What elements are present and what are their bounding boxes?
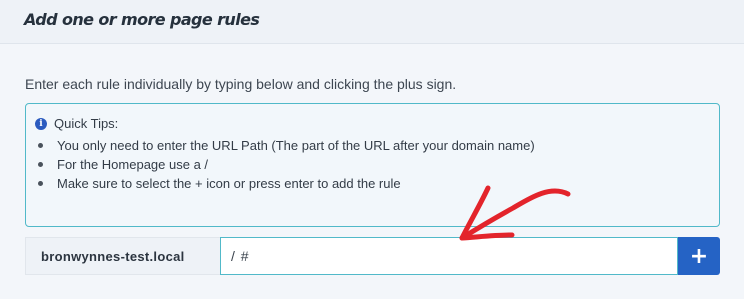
- tip-text: You only need to enter the URL Path (The…: [57, 138, 535, 153]
- tip-text: For the Homepage use a /: [57, 157, 209, 172]
- tips-heading-label: Quick Tips:: [54, 116, 119, 131]
- list-item: For the Homepage use a /: [38, 155, 535, 174]
- url-path-input[interactable]: [220, 237, 678, 275]
- quick-tips-box: i Quick Tips: You only need to enter the…: [25, 103, 720, 227]
- intro-text: Enter each rule individually by typing b…: [25, 76, 457, 92]
- red-arrow-annotation: [459, 185, 571, 241]
- section-title: Add one or more page rules: [24, 10, 260, 29]
- tip-text: Make sure to select the + icon or press …: [57, 176, 401, 191]
- add-rule-button[interactable]: +: [678, 237, 720, 275]
- bullet-icon: [38, 181, 43, 186]
- list-item: You only need to enter the URL Path (The…: [38, 136, 535, 155]
- bullet-icon: [38, 162, 43, 167]
- arrow-shaft: [459, 188, 571, 241]
- plus-icon: +: [689, 243, 709, 269]
- section-header: Add one or more page rules: [0, 0, 744, 44]
- tips-heading: i Quick Tips:: [35, 116, 118, 131]
- bullet-icon: [38, 143, 43, 148]
- info-icon: i: [35, 117, 47, 130]
- domain-prefix: bronwynnes-test.local: [25, 237, 220, 275]
